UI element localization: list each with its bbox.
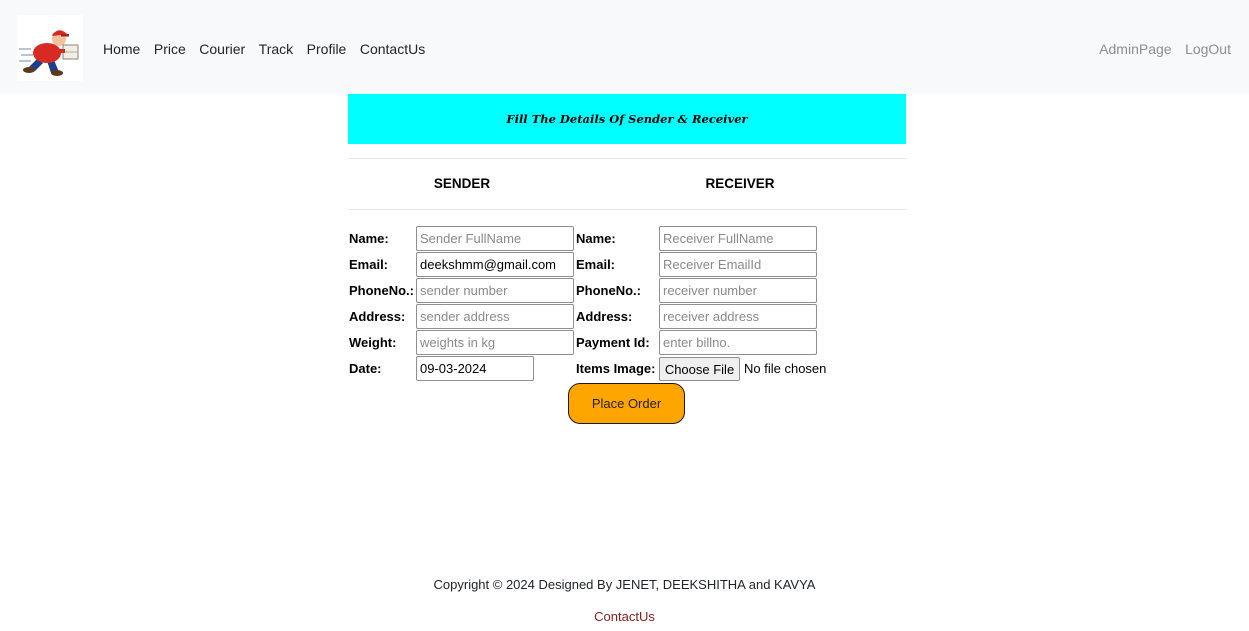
- sender-address-input[interactable]: [416, 304, 574, 329]
- choose-file-button[interactable]: Choose File: [659, 357, 740, 381]
- receiver-phone-input[interactable]: [659, 278, 817, 303]
- form-title-banner: Fill The Details Of Sender & Receiver: [348, 94, 906, 144]
- payment-id-label: Payment Id:: [576, 335, 650, 350]
- form-title-text: Fill The Details Of Sender & Receiver: [506, 112, 748, 126]
- receiver-column-header: RECEIVER: [705, 176, 775, 191]
- divider-bottom: [348, 209, 906, 210]
- place-order-button[interactable]: Place Order: [568, 383, 685, 424]
- receiver-email-input[interactable]: [659, 252, 817, 277]
- receiver-address-input[interactable]: [659, 304, 817, 329]
- footer-contactus-link[interactable]: ContactUs: [594, 609, 655, 624]
- receiver-name-input[interactable]: [659, 226, 817, 251]
- sender-phone-input[interactable]: [416, 278, 574, 303]
- items-image-label: Items Image:: [576, 361, 656, 376]
- sender-email-label: Email:: [349, 257, 389, 272]
- sender-name-label: Name:: [349, 231, 389, 246]
- receiver-phone-label: PhoneNo.:: [576, 283, 641, 298]
- receiver-address-label: Address:: [576, 309, 633, 324]
- sender-weight-input[interactable]: [416, 330, 574, 355]
- nav-price-link[interactable]: Price: [154, 41, 186, 57]
- nav-contactus-link[interactable]: ContactUs: [360, 41, 425, 57]
- sender-date-label: Date:: [349, 361, 382, 376]
- receiver-name-label: Name:: [576, 231, 616, 246]
- sender-column-header: SENDER: [433, 176, 491, 191]
- nav-track-link[interactable]: Track: [259, 41, 293, 57]
- nav-links: Home Price Courier Track Profile Contact…: [103, 41, 439, 57]
- nav-courier-link[interactable]: Courier: [199, 41, 245, 57]
- navbar: Home Price Courier Track Profile Contact…: [0, 0, 1249, 94]
- sender-phone-label: PhoneNo.:: [349, 283, 414, 298]
- sender-weight-label: Weight:: [349, 335, 397, 350]
- payment-id-input[interactable]: [659, 330, 817, 355]
- sender-email-input[interactable]: [416, 252, 574, 277]
- footer-link-container: ContactUs: [0, 609, 1249, 624]
- nav-home-link[interactable]: Home: [103, 41, 140, 57]
- delivery-courier-logo-icon[interactable]: [17, 15, 83, 81]
- file-status-text: No file chosen: [744, 361, 827, 376]
- sender-date-input[interactable]: [416, 356, 534, 381]
- nav-profile-link[interactable]: Profile: [307, 41, 347, 57]
- nav-adminpage-link[interactable]: AdminPage: [1099, 41, 1171, 57]
- receiver-email-label: Email:: [576, 257, 616, 272]
- sender-address-label: Address:: [349, 309, 406, 324]
- footer-copyright: Copyright © 2024 Designed By JENET, DEEK…: [433, 577, 816, 592]
- nav-logout-link[interactable]: LogOut: [1185, 41, 1231, 57]
- nav-right: AdminPage LogOut: [1086, 41, 1231, 57]
- sender-name-input[interactable]: [416, 226, 574, 251]
- divider-top: [348, 158, 906, 159]
